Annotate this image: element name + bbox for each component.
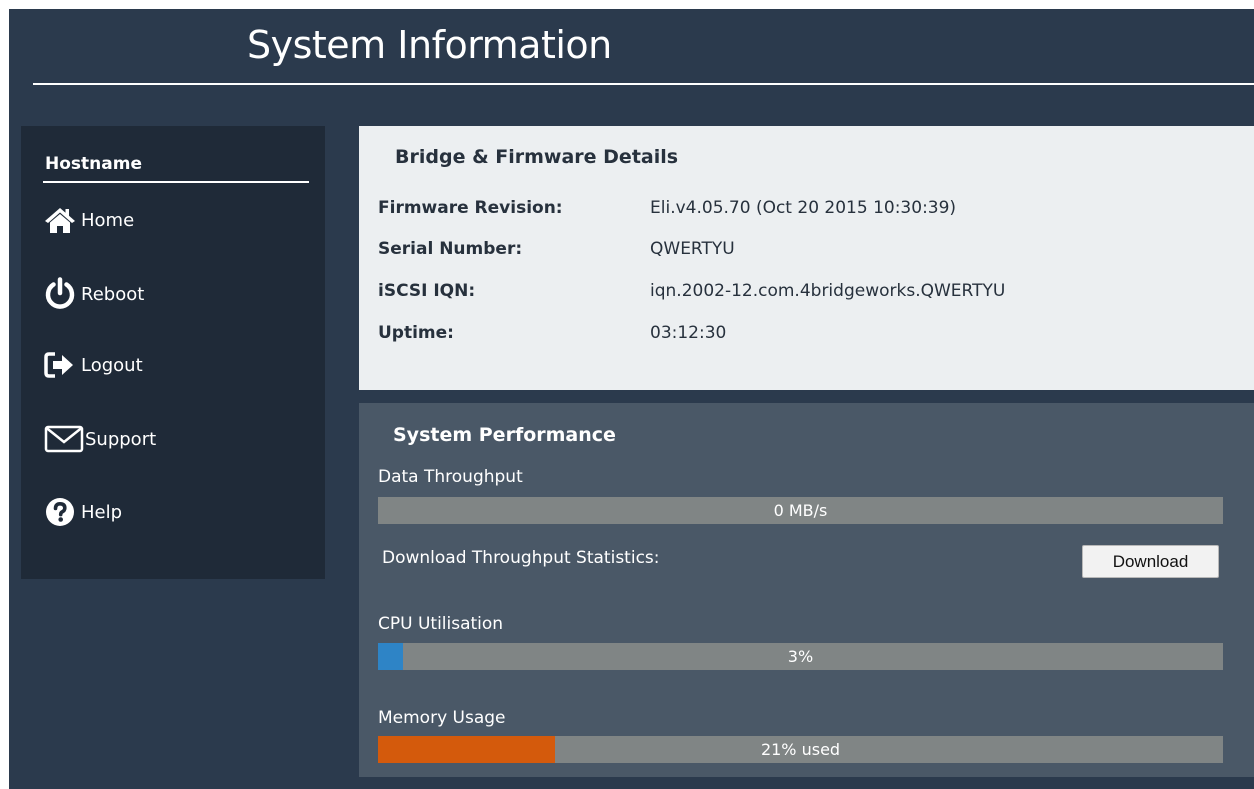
detail-label: Uptime:	[378, 323, 454, 343]
detail-label: iSCSI IQN:	[378, 281, 476, 301]
sidebar-item-help[interactable]: Help	[43, 492, 122, 532]
title-divider	[33, 83, 1254, 85]
app-window: System Information Hostname Home Reboot	[9, 9, 1254, 789]
sidebar-item-logout[interactable]: Logout	[43, 345, 143, 385]
download-button[interactable]: Download	[1082, 545, 1219, 578]
sidebar: Hostname Home Reboot Logout Support Help	[21, 126, 325, 579]
system-performance-panel: System Performance Data Throughput 0 MB/…	[359, 403, 1254, 777]
memory-bar: 21% used	[378, 736, 1223, 763]
home-icon	[43, 202, 77, 238]
sidebar-item-label: Logout	[81, 354, 143, 376]
sidebar-item-reboot[interactable]: Reboot	[43, 274, 144, 314]
sidebar-item-home[interactable]: Home	[43, 200, 134, 240]
power-icon	[43, 276, 77, 312]
performance-heading: System Performance	[393, 424, 616, 446]
memory-value: 21% used	[760, 740, 841, 759]
sidebar-item-label: Help	[81, 501, 123, 523]
cpu-bar: 3%	[378, 643, 1223, 670]
hostname-label: Hostname	[45, 154, 142, 174]
sidebar-item-label: Reboot	[81, 283, 145, 305]
detail-value: 03:12:30	[650, 323, 727, 343]
envelope-icon	[43, 421, 85, 457]
firmware-details-panel: Bridge & Firmware Details Firmware Revis…	[359, 126, 1254, 390]
sidebar-item-label: Support	[85, 428, 157, 450]
download-stats-label: Download Throughput Statistics:	[382, 548, 660, 568]
throughput-value: 0 MB/s	[773, 501, 828, 520]
throughput-label: Data Throughput	[378, 467, 523, 487]
question-icon	[43, 494, 77, 530]
logout-icon	[43, 347, 77, 383]
detail-value: QWERTYU	[650, 239, 735, 259]
detail-label: Serial Number:	[378, 239, 523, 259]
hostname-divider	[43, 181, 309, 183]
sidebar-item-label: Home	[81, 209, 135, 231]
detail-label: Firmware Revision:	[378, 198, 563, 218]
sidebar-item-support[interactable]: Support	[43, 419, 156, 459]
detail-value: iqn.2002-12.com.4bridgeworks.QWERTYU	[650, 281, 1006, 301]
cpu-label: CPU Utilisation	[378, 614, 504, 634]
cpu-value: 3%	[787, 647, 814, 666]
throughput-bar: 0 MB/s	[378, 497, 1223, 524]
memory-label: Memory Usage	[378, 708, 506, 728]
details-heading: Bridge & Firmware Details	[395, 146, 679, 168]
detail-value: Eli.v4.05.70 (Oct 20 2015 10:30:39)	[650, 198, 957, 218]
page-title: System Information	[247, 23, 612, 67]
